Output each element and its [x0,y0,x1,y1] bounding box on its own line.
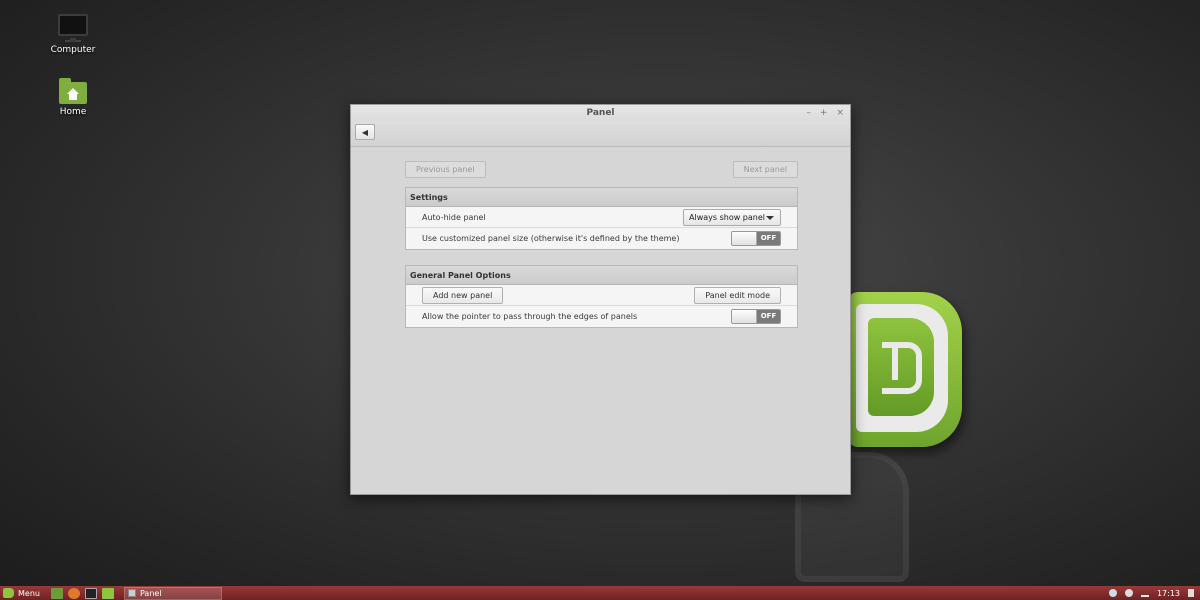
clock[interactable]: 17:13 [1157,589,1180,598]
section-header: General Panel Options [406,266,797,285]
general-options-section: General Panel Options Add new panel Pane… [405,265,798,328]
autohide-dropdown[interactable]: Always show panel [683,209,781,226]
settings-section: Settings Auto-hide panel Always show pan… [405,187,798,250]
section-header: Settings [406,188,797,207]
toggle-knob [732,232,757,245]
toggle-state: OFF [757,232,780,245]
custom-size-toggle[interactable]: OFF [731,231,781,246]
user-icon[interactable] [1124,589,1133,597]
mint-menu-icon [3,588,14,598]
home-folder-icon [59,78,87,104]
menu-button[interactable]: Menu [0,586,46,600]
terminal-icon[interactable] [84,587,97,599]
desktop-icon-label: Home [59,107,87,117]
task-label: Panel [139,588,162,598]
next-panel-button[interactable]: Next panel [732,161,798,178]
dropdown-value: Always show panel [689,213,765,222]
custom-size-label: Use customized panel size (otherwise it'… [422,234,680,243]
previous-panel-button[interactable]: Previous panel [405,161,486,178]
toggle-state: OFF [757,310,780,323]
settings-icon [127,589,136,597]
system-tray: 17:13 [1108,589,1200,598]
window-titlebar[interactable]: Panel – + × [351,105,850,121]
back-button[interactable]: ◀ [355,124,375,140]
panel-actions-row: Add new panel Panel edit mode [406,285,797,306]
desktop-icon-computer[interactable]: Computer [43,14,103,55]
linux-mint-logo [848,292,962,447]
shield-icon[interactable] [1108,589,1117,597]
desktop-icon-home[interactable]: Home [43,78,103,117]
pointer-passthrough-label: Allow the pointer to pass through the ed… [422,312,638,321]
taskbar: Menu Panel 17:13 [0,586,1200,600]
minimize-icon[interactable]: – [806,105,811,121]
firefox-icon[interactable] [67,587,80,599]
back-arrow-icon: ◀ [361,127,369,137]
toggle-knob [732,310,757,323]
panel-settings-window: Panel – + × ◀ Previous panel Next panel … [350,104,851,495]
menu-label: Menu [18,588,40,598]
window-title: Panel [586,108,615,118]
show-desktop-icon[interactable] [50,587,63,599]
network-icon[interactable] [1140,589,1149,597]
add-new-panel-button[interactable]: Add new panel [422,287,504,304]
taskbar-window-panel[interactable]: Panel [123,586,222,600]
pointer-passthrough-row: Allow the pointer to pass through the ed… [406,306,797,327]
pointer-passthrough-toggle[interactable]: OFF [731,309,781,324]
panel-edit-mode-button[interactable]: Panel edit mode [694,287,781,304]
computer-icon [43,14,103,42]
panel-navigation: Previous panel Next panel [405,161,798,179]
autohide-label: Auto-hide panel [422,212,486,222]
volume-icon[interactable] [1188,589,1194,597]
window-toolbar: ◀ [351,121,850,147]
custom-size-row: Use customized panel size (otherwise it'… [406,228,797,249]
autohide-row: Auto-hide panel Always show panel [406,207,797,228]
files-icon[interactable] [101,587,114,599]
maximize-icon[interactable]: + [820,105,828,121]
desktop-icon-label: Computer [50,45,96,55]
chevron-down-icon [766,215,774,220]
close-icon[interactable]: × [836,105,844,121]
